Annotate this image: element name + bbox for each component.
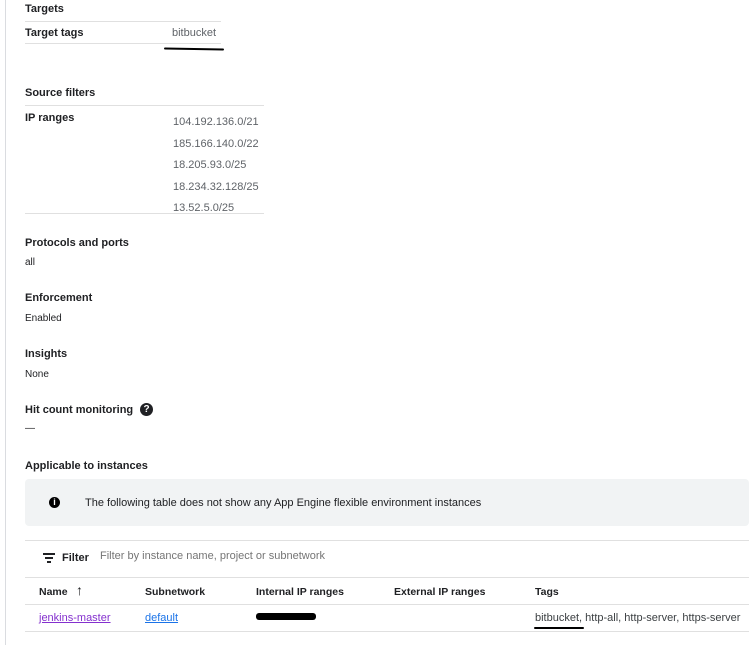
filter-label[interactable]: Filter <box>62 552 89 564</box>
source-filters-heading: Source filters <box>25 87 96 99</box>
column-header-tags[interactable]: Tags <box>535 586 559 598</box>
panel-border <box>5 0 6 645</box>
hit-count-value: — <box>25 423 35 434</box>
table-row: jenkins-master default bitbucket, http-a… <box>25 605 749 632</box>
protocols-heading: Protocols and ports <box>25 237 129 249</box>
redacted-internal-ip <box>256 613 316 620</box>
ip-range: 185.166.140.0/22 <box>173 137 259 150</box>
target-tags-value: bitbucket <box>172 27 217 39</box>
filter-icon[interactable] <box>43 553 57 563</box>
column-header-subnetwork[interactable]: Subnetwork <box>145 586 205 598</box>
ip-range: 18.234.32.128/25 <box>173 180 259 193</box>
subnetwork-link[interactable]: default <box>145 612 178 624</box>
table-header: Name ↑ Subnetwork Internal IP ranges Ext… <box>25 577 749 605</box>
hit-count-heading: Hit count monitoring <box>25 404 134 416</box>
info-text: The following table does not show any Ap… <box>85 497 482 509</box>
enforcement-heading: Enforcement <box>25 292 93 304</box>
ip-ranges-row: IP ranges 104.192.136.0/21 185.166.140.0… <box>25 105 264 214</box>
enforcement-value: Enabled <box>25 313 62 324</box>
info-icon: i <box>49 497 60 508</box>
help-icon[interactable]: ? <box>140 403 153 416</box>
tags-cell: bitbucket, http-all, http-server, https-… <box>535 612 740 624</box>
annotation-underline <box>163 47 225 51</box>
targets-heading: Targets <box>25 3 64 15</box>
annotation-underline <box>534 627 584 629</box>
protocols-value: all <box>25 257 36 268</box>
info-banner: i The following table does not show any … <box>25 479 749 526</box>
ip-range-list: 104.192.136.0/21 185.166.140.0/22 18.205… <box>173 112 259 220</box>
ip-range: 13.52.5.0/25 <box>173 202 235 214</box>
instance-link[interactable]: jenkins-master <box>39 612 111 624</box>
applicable-heading: Applicable to instances <box>25 460 148 472</box>
tag-bitbucket: bitbucket <box>535 612 580 624</box>
target-tags-label: Target tags <box>25 27 84 39</box>
column-header-internal-ip[interactable]: Internal IP ranges <box>256 586 344 598</box>
target-tags-row: Target tags bitbucket <box>25 21 221 44</box>
ip-range: 104.192.136.0/21 <box>173 116 259 128</box>
column-header-external-ip[interactable]: External IP ranges <box>394 586 485 598</box>
insights-value: None <box>25 369 49 380</box>
divider <box>25 540 749 541</box>
ip-ranges-label: IP ranges <box>25 112 75 124</box>
insights-heading: Insights <box>25 348 68 360</box>
column-header-name[interactable]: Name <box>39 586 68 598</box>
ip-range: 18.205.93.0/25 <box>173 159 247 171</box>
filter-input[interactable] <box>100 550 500 562</box>
tags-other: , http-all, http-server, https-server <box>579 612 741 624</box>
sort-ascending-icon[interactable]: ↑ <box>76 582 83 598</box>
